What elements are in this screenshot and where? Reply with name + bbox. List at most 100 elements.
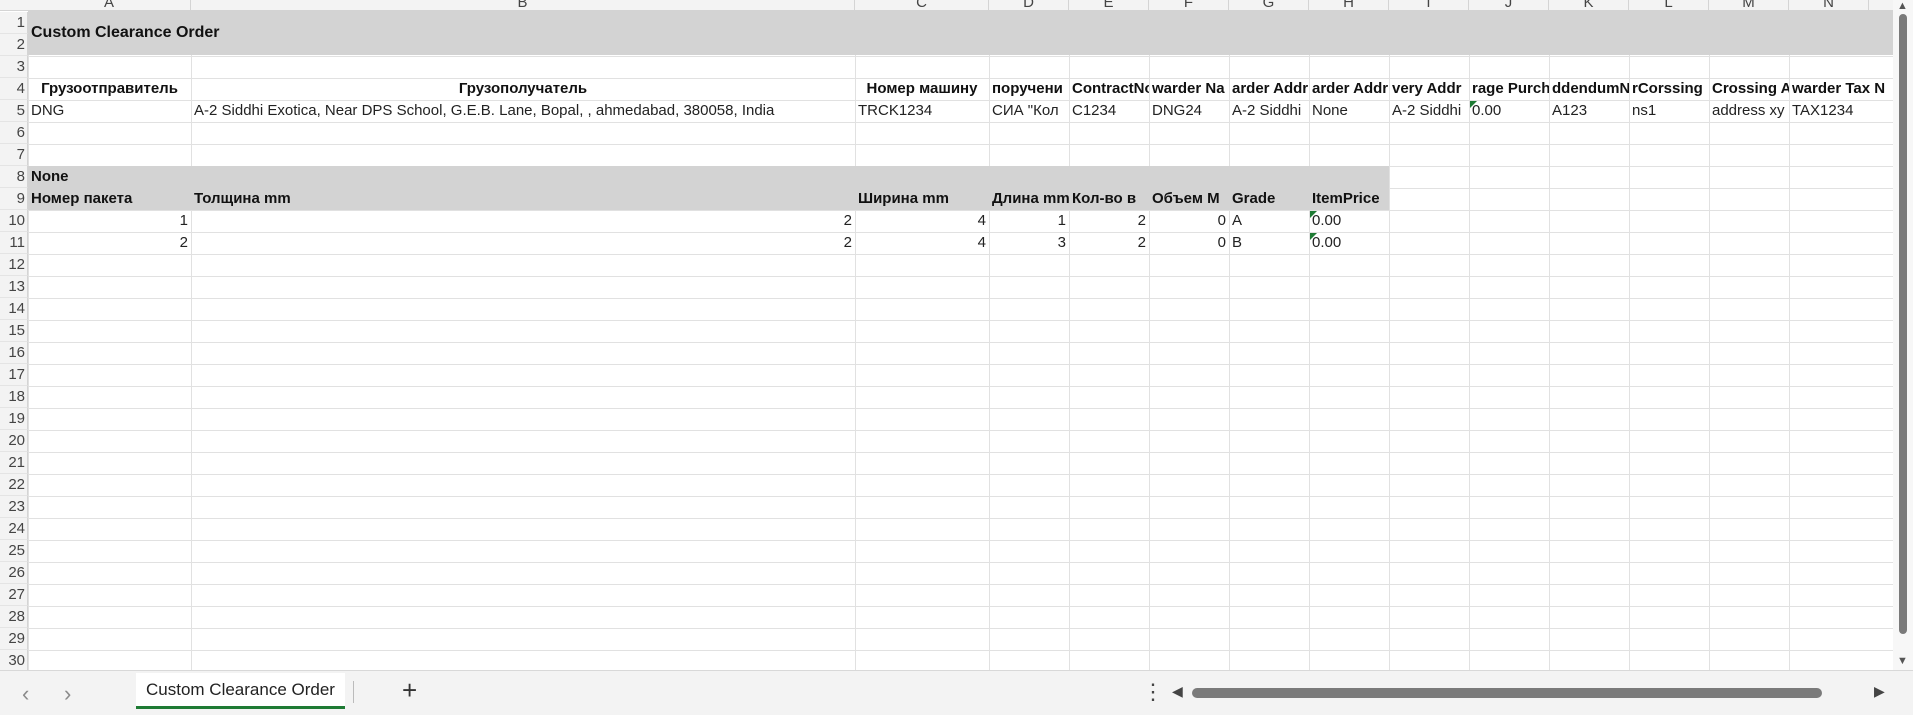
item-cell[interactable]: 1 bbox=[28, 210, 191, 232]
row-header-23[interactable]: 23 bbox=[0, 496, 28, 518]
more-options-icon[interactable]: ⋮ bbox=[1142, 679, 1164, 705]
next-sheet-icon[interactable]: › bbox=[64, 681, 71, 707]
items-header-f[interactable]: Объем M bbox=[1149, 188, 1229, 210]
header-cell-n[interactable]: warder Tax N bbox=[1789, 78, 1893, 100]
vertical-scrollbar[interactable]: ▲ ▼ bbox=[1893, 0, 1913, 670]
record-cell-m[interactable]: address xy bbox=[1709, 100, 1789, 122]
row-header-24[interactable]: 24 bbox=[0, 518, 28, 540]
row-header-13[interactable]: 13 bbox=[0, 276, 28, 298]
items-header-d[interactable]: Длина mm bbox=[989, 188, 1069, 210]
header-cell-b[interactable]: Грузополучатель bbox=[191, 78, 855, 100]
item-cell[interactable]: A bbox=[1229, 210, 1309, 232]
items-header-c[interactable]: Ширина mm bbox=[855, 188, 989, 210]
row-header-5[interactable]: 5 bbox=[0, 100, 28, 122]
row-header-8[interactable]: 8 bbox=[0, 166, 28, 188]
header-cell-a[interactable]: Грузоотправитель bbox=[28, 78, 191, 100]
header-cell-e[interactable]: ContractNo bbox=[1069, 78, 1149, 100]
column-header-l[interactable]: L bbox=[1629, 0, 1709, 10]
column-header-i[interactable]: I bbox=[1389, 0, 1469, 10]
item-cell[interactable]: 0 bbox=[1149, 210, 1229, 232]
row-header-7[interactable]: 7 bbox=[0, 144, 28, 166]
column-header-b[interactable]: B bbox=[191, 0, 855, 10]
record-cell-k[interactable]: A123 bbox=[1549, 100, 1629, 122]
items-header-b[interactable]: Толщина mm bbox=[191, 188, 855, 210]
item-cell[interactable]: 2 bbox=[191, 232, 855, 254]
row-header-14[interactable]: 14 bbox=[0, 298, 28, 320]
column-header-n[interactable]: N bbox=[1789, 0, 1869, 10]
horizontal-scroll-thumb[interactable] bbox=[1192, 688, 1822, 698]
scroll-up-icon[interactable]: ▲ bbox=[1897, 0, 1908, 12]
record-cell-n[interactable]: TAX1234 bbox=[1789, 100, 1893, 122]
record-cell-l[interactable]: ns1 bbox=[1629, 100, 1709, 122]
record-cell-f[interactable]: DNG24 bbox=[1149, 100, 1229, 122]
row-header-20[interactable]: 20 bbox=[0, 430, 28, 452]
record-cell-j[interactable]: 0.00 bbox=[1469, 100, 1549, 122]
item-cell[interactable]: 0 bbox=[1149, 232, 1229, 254]
column-header-g[interactable]: G bbox=[1229, 0, 1309, 10]
section-title-cell[interactable]: None bbox=[28, 166, 191, 188]
row-header-29[interactable]: 29 bbox=[0, 628, 28, 650]
column-header-e[interactable]: E bbox=[1069, 0, 1149, 10]
row-header-3[interactable]: 3 bbox=[0, 56, 28, 78]
row-header-6[interactable]: 6 bbox=[0, 122, 28, 144]
row-header-11[interactable]: 11 bbox=[0, 232, 28, 254]
column-header-a[interactable]: A bbox=[28, 0, 191, 10]
column-header-j[interactable]: J bbox=[1469, 0, 1549, 10]
row-header-21[interactable]: 21 bbox=[0, 452, 28, 474]
column-header-h[interactable]: H bbox=[1309, 0, 1389, 10]
sheet-tab-custom-clearance-order[interactable]: Custom Clearance Order bbox=[136, 673, 345, 709]
header-cell-j[interactable]: rage Purch bbox=[1469, 78, 1549, 100]
column-header-d[interactable]: D bbox=[989, 0, 1069, 10]
row-header-26[interactable]: 26 bbox=[0, 562, 28, 584]
row-header-22[interactable]: 22 bbox=[0, 474, 28, 496]
scroll-right-icon[interactable]: ▶ bbox=[1874, 683, 1885, 700]
prev-sheet-icon[interactable]: ‹ bbox=[22, 681, 29, 707]
column-header-k[interactable]: K bbox=[1549, 0, 1629, 10]
header-cell-f[interactable]: warder Na bbox=[1149, 78, 1229, 100]
row-header-18[interactable]: 18 bbox=[0, 386, 28, 408]
row-header-4[interactable]: 4 bbox=[0, 78, 28, 100]
record-cell-b[interactable]: A-2 Siddhi Exotica, Near DPS School, G.E… bbox=[191, 100, 855, 122]
row-header-1[interactable]: 1 bbox=[0, 12, 28, 34]
item-cell[interactable]: 2 bbox=[1069, 232, 1149, 254]
column-header-c[interactable]: C bbox=[855, 0, 989, 10]
row-header-15[interactable]: 15 bbox=[0, 320, 28, 342]
header-cell-l[interactable]: rCorssing bbox=[1629, 78, 1709, 100]
column-header-f[interactable]: F bbox=[1149, 0, 1229, 10]
row-header-25[interactable]: 25 bbox=[0, 540, 28, 562]
scroll-down-icon[interactable]: ▼ bbox=[1897, 655, 1908, 667]
record-cell-c[interactable]: TRCK1234 bbox=[855, 100, 989, 122]
header-cell-d[interactable]: поручени bbox=[989, 78, 1069, 100]
row-header-16[interactable]: 16 bbox=[0, 342, 28, 364]
item-cell[interactable]: 2 bbox=[28, 232, 191, 254]
column-header-m[interactable]: M bbox=[1709, 0, 1789, 10]
record-cell-g[interactable]: A-2 Siddhi bbox=[1229, 100, 1309, 122]
items-header-g[interactable]: Grade bbox=[1229, 188, 1309, 210]
add-sheet-button[interactable]: + bbox=[402, 675, 417, 706]
item-cell[interactable]: 0.00 bbox=[1309, 210, 1389, 232]
item-cell[interactable]: 2 bbox=[191, 210, 855, 232]
spreadsheet-grid[interactable]: ABCDEFGHIJKLMN 1 2 3 4 5 6 7 8 9 10 11 12 13 14 15 16 17… bbox=[0, 0, 1913, 670]
row-header-27[interactable]: 27 bbox=[0, 584, 28, 606]
header-cell-g[interactable]: arder Addr bbox=[1229, 78, 1309, 100]
record-cell-a[interactable]: DNG bbox=[28, 100, 191, 122]
record-cell-i[interactable]: A-2 Siddhi bbox=[1389, 100, 1469, 122]
item-cell[interactable]: 2 bbox=[1069, 210, 1149, 232]
item-cell[interactable]: B bbox=[1229, 232, 1309, 254]
header-cell-i[interactable]: very Addr bbox=[1389, 78, 1469, 100]
record-cell-e[interactable]: C1234 bbox=[1069, 100, 1149, 122]
row-header-28[interactable]: 28 bbox=[0, 606, 28, 628]
item-cell[interactable]: 4 bbox=[855, 210, 989, 232]
row-header-17[interactable]: 17 bbox=[0, 364, 28, 386]
items-header-a[interactable]: Номер пакета bbox=[28, 188, 191, 210]
row-header-9[interactable]: 9 bbox=[0, 188, 28, 210]
items-header-h[interactable]: ItemPrice bbox=[1309, 188, 1389, 210]
header-cell-h[interactable]: arder Addr bbox=[1309, 78, 1389, 100]
row-header-2[interactable]: 2 bbox=[0, 34, 28, 56]
record-cell-h[interactable]: None bbox=[1309, 100, 1389, 122]
record-cell-d[interactable]: СИА "Кол bbox=[989, 100, 1069, 122]
sheet-title-cell[interactable]: Custom Clearance Order bbox=[28, 22, 428, 44]
item-cell[interactable]: 3 bbox=[989, 232, 1069, 254]
item-cell[interactable]: 1 bbox=[989, 210, 1069, 232]
item-cell[interactable]: 0.00 bbox=[1309, 232, 1389, 254]
